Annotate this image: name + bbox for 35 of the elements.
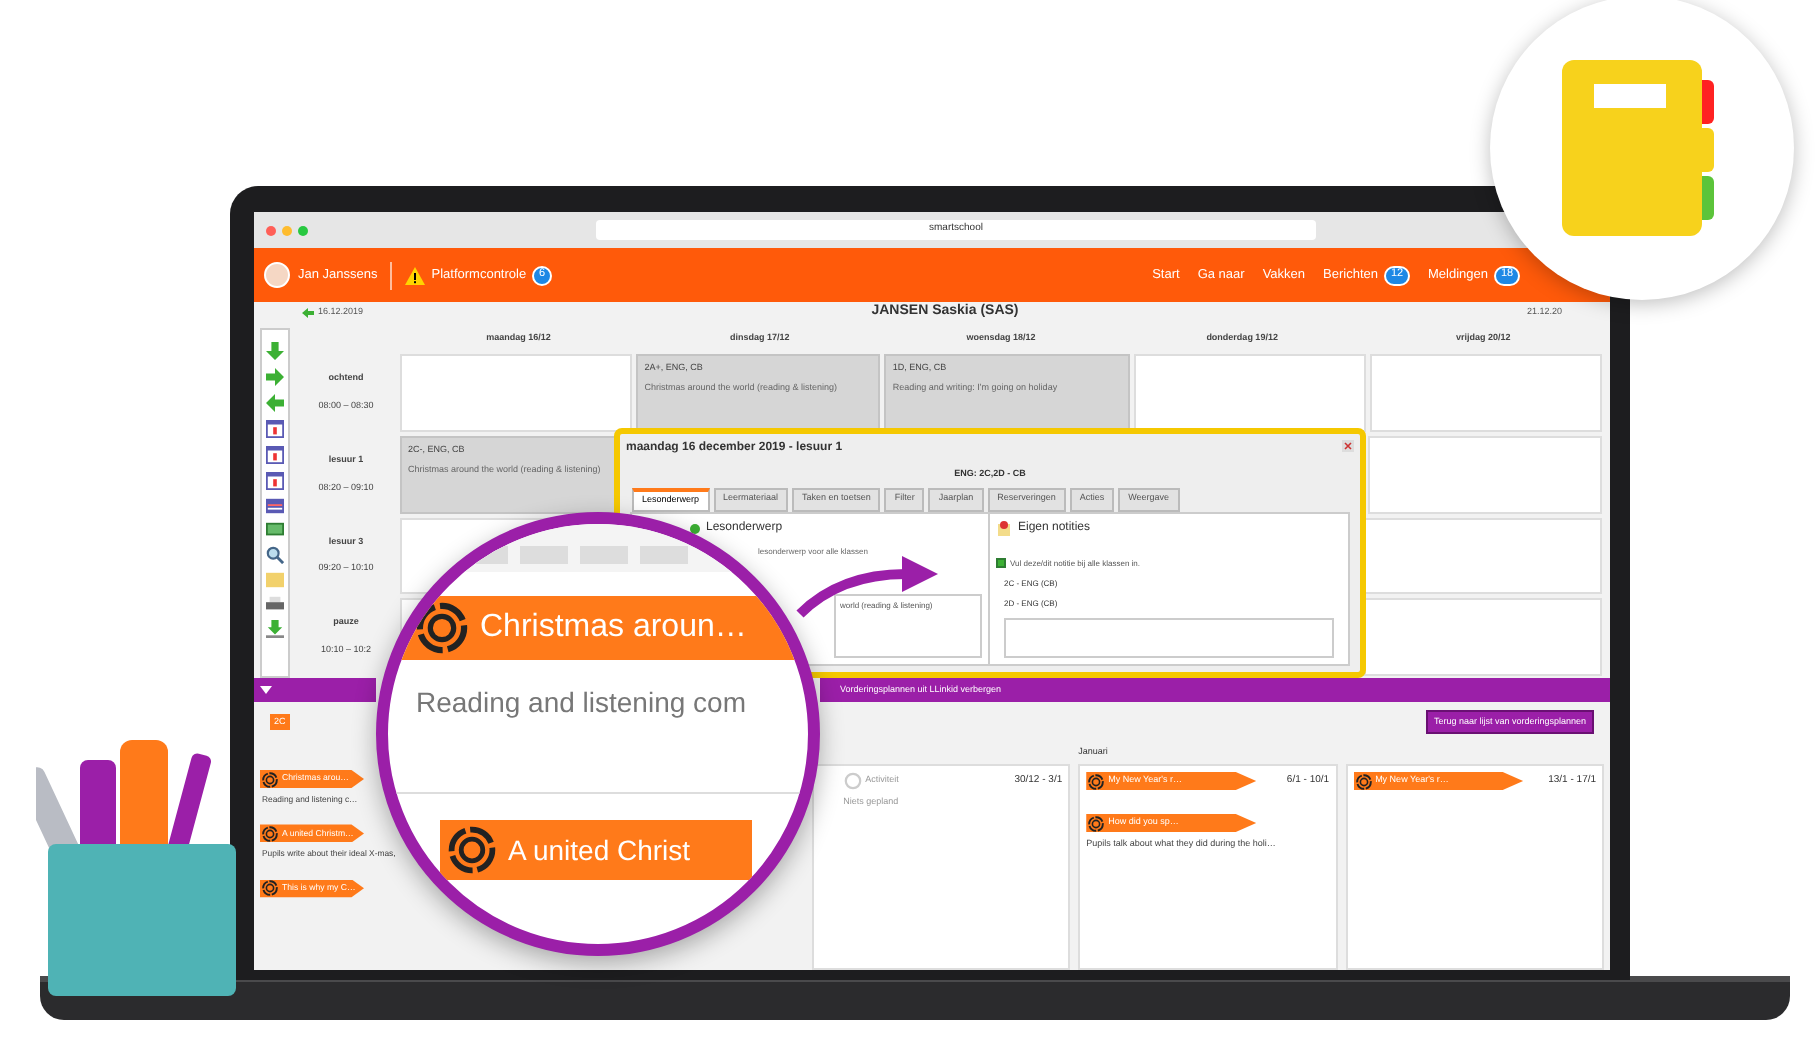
target-icon	[448, 826, 496, 874]
left-arrow-icon[interactable]	[266, 394, 284, 412]
right-arrow-icon[interactable]	[266, 368, 284, 386]
empty-cell[interactable]	[1364, 598, 1602, 676]
chat-icon[interactable]	[266, 522, 284, 538]
warning-icon	[403, 265, 426, 285]
search-icon[interactable]	[266, 546, 284, 564]
calendar-icon[interactable]	[266, 472, 284, 490]
down-arrow-icon[interactable]	[266, 342, 284, 360]
notes-field[interactable]	[1004, 617, 1334, 658]
target-icon	[1088, 773, 1105, 789]
close-icon[interactable]	[1342, 440, 1354, 452]
pin-note-icon	[996, 520, 1012, 536]
target-icon	[1355, 773, 1372, 789]
empty-cell[interactable]	[1364, 517, 1602, 595]
empty-cell[interactable]	[1367, 435, 1603, 513]
target-icon	[416, 602, 468, 654]
calendar-icon[interactable]	[266, 420, 284, 438]
target-icon	[262, 880, 278, 897]
caret-icon	[260, 686, 272, 694]
back-arrow-icon[interactable]	[302, 308, 314, 318]
target-icon	[1088, 815, 1105, 831]
avatar-icon[interactable]	[264, 262, 290, 288]
list-icon[interactable]	[266, 498, 284, 514]
folder-icon[interactable]	[266, 572, 284, 588]
target-icon	[262, 825, 278, 842]
blurred-cell	[640, 546, 688, 564]
calendar-icon[interactable]	[266, 446, 284, 464]
download-icon[interactable]	[266, 620, 284, 638]
printer-icon[interactable]	[266, 596, 284, 612]
goal-description: Reading and listening com	[416, 686, 746, 718]
checkbox[interactable]	[996, 558, 1006, 568]
curved-arrow	[796, 556, 938, 618]
target-icon	[262, 771, 278, 787]
target-icon	[843, 772, 862, 790]
